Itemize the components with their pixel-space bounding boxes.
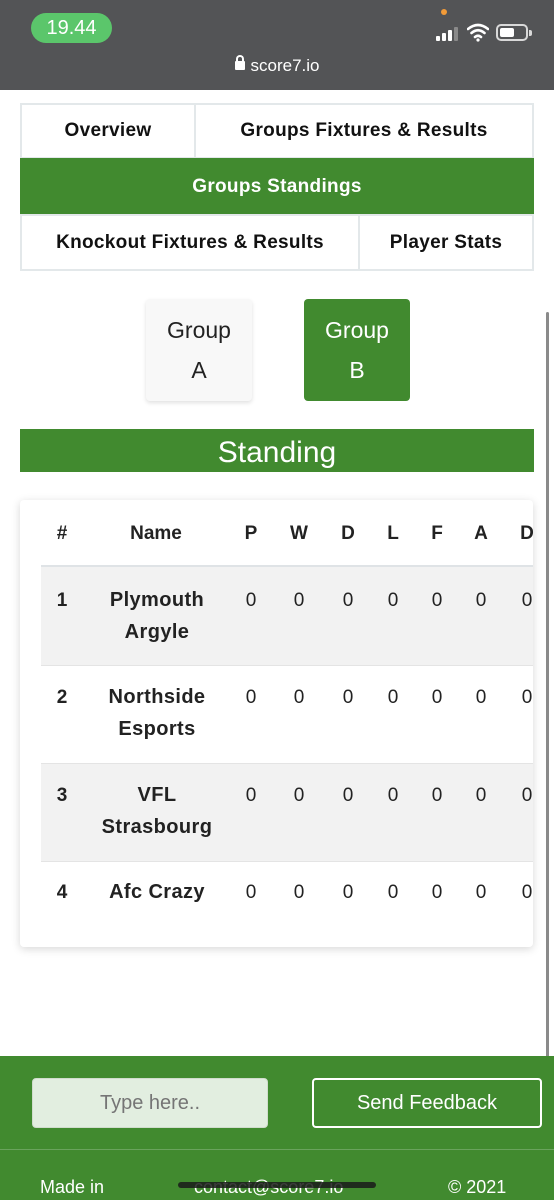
won-cell: 0	[293, 687, 305, 708]
address-bar[interactable]: score7.io	[0, 55, 554, 76]
group-b-button[interactable]: Group B	[304, 299, 410, 401]
for-cell: 0	[431, 687, 443, 708]
drawn-cell: 0	[342, 687, 354, 708]
against-cell: 0	[475, 687, 487, 708]
home-indicator[interactable]	[178, 1182, 376, 1188]
team-name-line1: VFL	[137, 784, 177, 806]
lost-cell: 0	[387, 590, 399, 611]
column-header-lost: L	[387, 523, 399, 544]
group-a-word: Group	[167, 317, 231, 343]
wifi-icon	[467, 23, 489, 42]
played-cell: 0	[245, 785, 257, 806]
against-cell: 0	[475, 785, 487, 806]
column-header-name: Name	[130, 523, 182, 544]
team-name-line1: Afc Crazy	[109, 881, 205, 903]
rank-cell: 4	[56, 882, 68, 903]
team-name-line1: Northside	[108, 686, 206, 708]
standings-table: # Name P W D L F A D 1 Plymouth Argyle 0…	[20, 500, 533, 947]
difference-cell: 0	[521, 590, 533, 611]
team-name-cell[interactable]: Afc Crazy	[87, 876, 227, 908]
difference-cell: 0	[521, 785, 533, 806]
lost-cell: 0	[387, 687, 399, 708]
standing-header: Standing	[20, 429, 534, 472]
tab-groups-standings[interactable]: Groups Standings	[20, 158, 534, 215]
feedback-input[interactable]	[32, 1078, 268, 1128]
group-b-letter: B	[349, 357, 365, 383]
rank-cell: 1	[56, 590, 68, 611]
rank-cell: 3	[56, 785, 68, 806]
group-a-letter: A	[191, 357, 207, 383]
played-cell: 0	[245, 590, 257, 611]
battery-icon	[496, 24, 532, 41]
difference-cell: 0	[521, 882, 533, 903]
table-row[interactable]: 1 Plymouth Argyle 0 0 0 0 0 0 0	[41, 567, 533, 665]
played-cell: 0	[245, 882, 257, 903]
column-header-rank: #	[56, 523, 68, 544]
status-time: 19.44	[31, 13, 112, 43]
lost-cell: 0	[387, 785, 399, 806]
column-header-against: A	[474, 523, 488, 544]
for-cell: 0	[431, 882, 443, 903]
drawn-cell: 0	[342, 590, 354, 611]
won-cell: 0	[293, 785, 305, 806]
group-b-word: Group	[325, 317, 389, 343]
won-cell: 0	[293, 590, 305, 611]
url-text: score7.io	[250, 56, 320, 75]
made-in-text: Made in	[40, 1177, 105, 1197]
copyright-text: © 2021	[448, 1177, 507, 1197]
table-row[interactable]: 3 VFL Strasbourg 0 0 0 0 0 0 0	[41, 764, 533, 862]
column-header-for: F	[431, 523, 443, 544]
table-row[interactable]: 2 Northside Esports 0 0 0 0 0 0 0	[41, 666, 533, 764]
privacy-indicator-dot	[441, 9, 447, 15]
group-a-button[interactable]: Group A	[146, 299, 252, 401]
team-name-cell[interactable]: VFL Strasbourg	[87, 779, 227, 843]
lost-cell: 0	[387, 882, 399, 903]
footer: Send Feedback Made in contact@score7.io …	[0, 1056, 554, 1200]
lock-icon	[234, 55, 245, 70]
played-cell: 0	[245, 687, 257, 708]
team-name-line2: Esports	[118, 718, 196, 740]
browser-chrome: 19.44 score7.io	[0, 0, 554, 90]
for-cell: 0	[431, 590, 443, 611]
tab-player-stats[interactable]: Player Stats	[358, 214, 534, 271]
column-header-won: W	[290, 523, 308, 544]
footer-divider	[0, 1149, 554, 1150]
drawn-cell: 0	[342, 785, 354, 806]
rank-cell: 2	[56, 687, 68, 708]
column-header-drawn: D	[341, 523, 355, 544]
tab-knockout-fixtures-results[interactable]: Knockout Fixtures & Results	[20, 214, 360, 271]
against-cell: 0	[475, 590, 487, 611]
table-row[interactable]: 4 Afc Crazy 0 0 0 0 0 0 0	[41, 862, 533, 922]
against-cell: 0	[475, 882, 487, 903]
drawn-cell: 0	[342, 882, 354, 903]
team-name-line2: Argyle	[124, 621, 190, 643]
team-name-line1: Plymouth	[109, 589, 205, 611]
team-name-cell[interactable]: Northside Esports	[87, 681, 227, 745]
column-header-played: P	[244, 523, 258, 544]
tab-groups-fixtures-results[interactable]: Groups Fixtures & Results	[194, 103, 534, 159]
team-name-cell[interactable]: Plymouth Argyle	[87, 584, 227, 648]
team-name-line2: Strasbourg	[101, 816, 213, 838]
difference-cell: 0	[521, 687, 533, 708]
send-feedback-button[interactable]: Send Feedback	[312, 1078, 542, 1128]
for-cell: 0	[431, 785, 443, 806]
cellular-signal-icon	[436, 25, 460, 41]
page-scrollbar[interactable]	[546, 312, 549, 1072]
won-cell: 0	[293, 882, 305, 903]
column-header-difference: D	[520, 523, 533, 544]
tab-overview[interactable]: Overview	[20, 103, 196, 159]
